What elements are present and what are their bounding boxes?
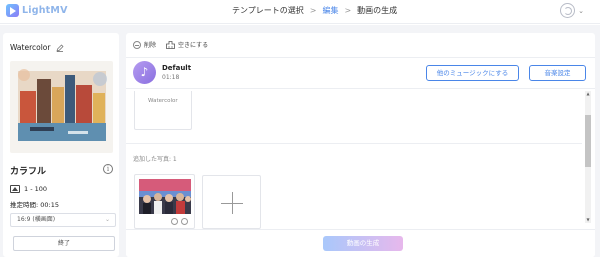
watercolor-city-image xyxy=(10,61,113,153)
chevron-down-icon: ⌄ xyxy=(104,216,110,223)
aspect-ratio-value: 16:9 (横画面) xyxy=(17,216,56,223)
estimated-duration: 推定時間: 00:15 xyxy=(10,201,59,209)
clear-button[interactable]: 空きにする xyxy=(166,40,208,49)
theme-panel: Watercolor カラフル i 1 - 100 推定時間: 00:15 16… xyxy=(3,33,119,257)
added-photos-count: 追加した写真: 1 xyxy=(133,156,177,163)
theme-title: Watercolor xyxy=(10,43,64,52)
music-time: 01:18 xyxy=(162,74,180,81)
step-breadcrumb: テンプレートの選択 > 編集 > 動画の生成 xyxy=(226,5,403,16)
chevron-down-icon: ⌄ xyxy=(578,6,584,15)
music-settings-button[interactable]: 音楽設定 xyxy=(529,65,586,81)
music-name: Default xyxy=(162,64,192,72)
delete-label: 削除 xyxy=(144,42,157,49)
remove-photo-icon[interactable] xyxy=(171,218,178,225)
minus-circle-icon xyxy=(133,40,141,49)
photo-range: 1 - 100 xyxy=(10,185,47,193)
account-menu[interactable]: ⌄ xyxy=(560,3,584,18)
photo-card[interactable] xyxy=(134,174,195,229)
info-icon[interactable]: i xyxy=(103,164,113,174)
plus-icon-vertical xyxy=(232,192,233,214)
preview-eye-icon[interactable] xyxy=(181,218,188,225)
edit-panel: 削除 空きにする ♪ Default 01:18 他のミュージックにする 音楽設… xyxy=(126,33,595,257)
photo-actions xyxy=(171,218,188,225)
finish-button[interactable]: 終了 xyxy=(13,236,115,251)
broom-icon xyxy=(166,40,175,49)
step-edit[interactable]: 編集 xyxy=(316,5,344,16)
delete-button[interactable]: 削除 xyxy=(133,40,156,49)
music-row: ♪ Default 01:18 他のミュージックにする 音楽設定 xyxy=(126,57,595,89)
chevron-right-icon: > xyxy=(344,6,352,15)
clear-label: 空きにする xyxy=(178,42,209,49)
scroll-down-arrow-icon[interactable]: ▼ xyxy=(585,217,591,223)
step-select-template[interactable]: テンプレートの選択 xyxy=(226,5,310,16)
top-bar: LightMV テンプレートの選択 > 編集 > 動画の生成 ⌄ xyxy=(0,0,600,24)
bottom-action-bar: 動画の生成 xyxy=(126,229,595,257)
theme-preview-image xyxy=(10,61,113,153)
vertical-scrollbar[interactable]: ▲ ▼ xyxy=(585,91,591,223)
image-icon xyxy=(10,185,20,193)
intro-slide-card[interactable]: Watercolor xyxy=(134,91,192,130)
style-name: カラフル xyxy=(10,167,47,177)
logo-text: LightMV xyxy=(22,5,68,16)
pencil-icon[interactable] xyxy=(56,44,64,52)
music-note-icon: ♪ xyxy=(133,61,156,84)
avatar-icon xyxy=(560,3,576,18)
photo-thumbnail xyxy=(139,179,191,214)
intro-slide-label: Watercolor xyxy=(148,98,178,104)
chevron-right-icon: > xyxy=(309,6,317,15)
photo-range-value: 1 - 100 xyxy=(24,185,48,193)
logo[interactable]: LightMV xyxy=(6,4,68,17)
section-divider xyxy=(126,143,582,144)
logo-play-icon xyxy=(6,4,19,17)
group-photo-image xyxy=(139,179,191,214)
scroll-up-arrow-icon[interactable]: ▲ xyxy=(585,91,591,97)
generate-video-button[interactable]: 動画の生成 xyxy=(323,236,403,251)
edit-toolbar: 削除 空きにする xyxy=(133,40,208,49)
theme-name: Watercolor xyxy=(10,43,51,52)
add-photo-button[interactable] xyxy=(202,175,261,229)
aspect-ratio-select[interactable]: 16:9 (横画面) ⌄ xyxy=(10,213,116,227)
change-music-button[interactable]: 他のミュージックにする xyxy=(426,65,519,81)
scroll-thumb[interactable] xyxy=(585,115,591,167)
step-generate[interactable]: 動画の生成 xyxy=(351,5,403,16)
